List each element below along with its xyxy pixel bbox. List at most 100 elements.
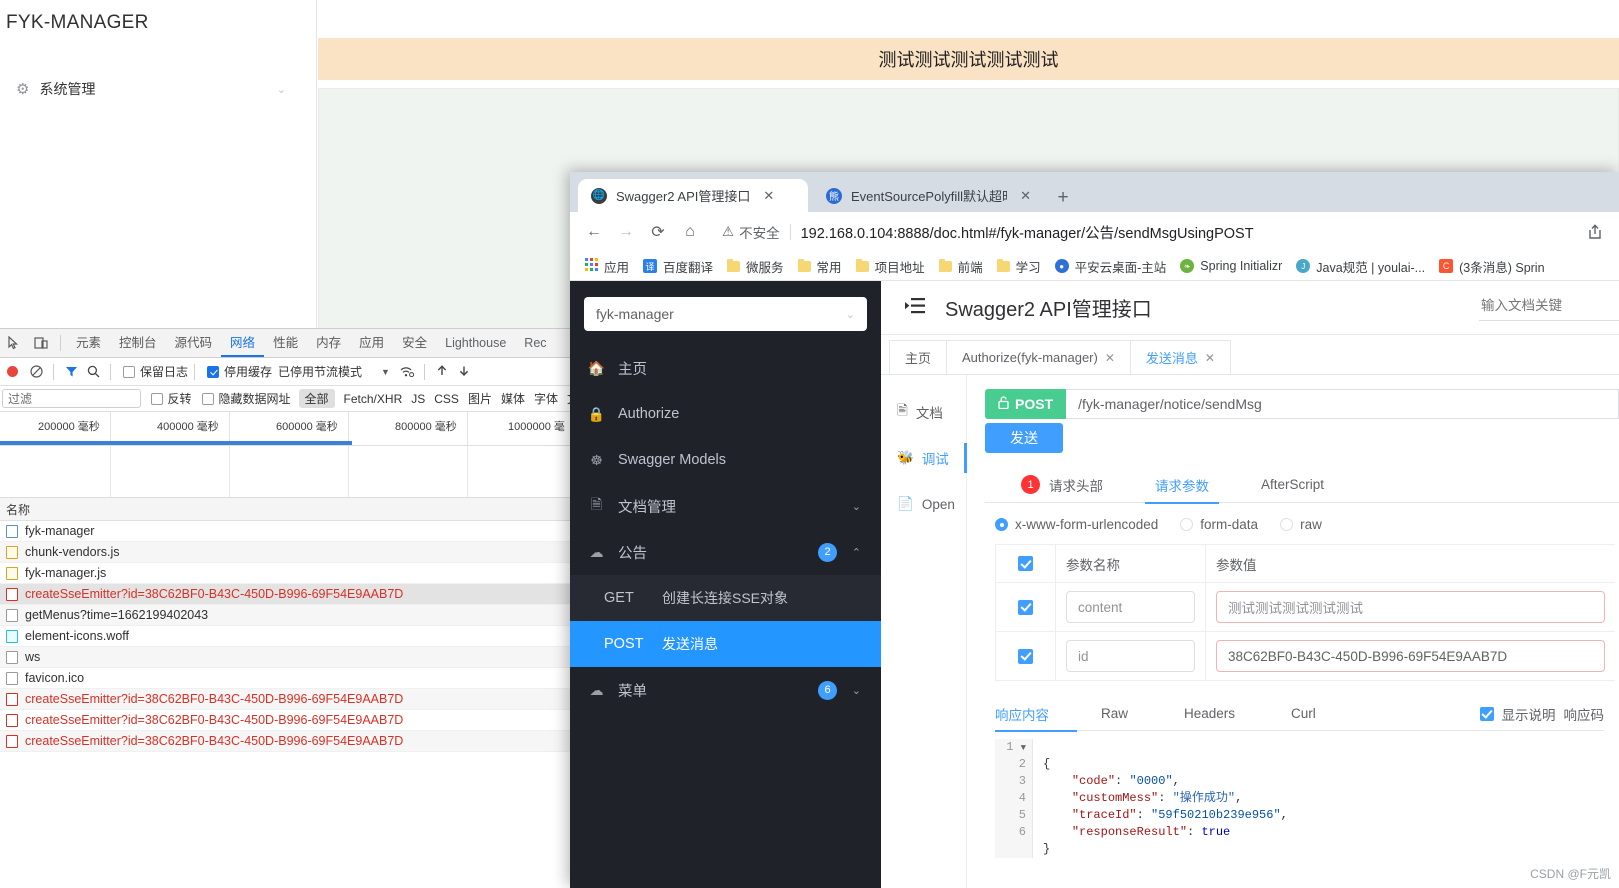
param-name-input[interactable]: id: [1066, 640, 1195, 672]
sidebar-endpoint-create-sse[interactable]: GET 创建长连接SSE对象: [570, 575, 881, 621]
new-tab-button[interactable]: +: [1051, 186, 1075, 210]
bookmark-folder-frontend[interactable]: 前端: [932, 255, 990, 278]
preserve-log-checkbox[interactable]: 保留日志: [123, 363, 188, 380]
forward-button[interactable]: →: [612, 218, 640, 246]
filter-type-all[interactable]: 全部: [298, 389, 335, 408]
sidebar-item-home[interactable]: 🏠 主页: [570, 345, 881, 391]
table-row[interactable]: fyk-manager: [0, 521, 579, 542]
table-row[interactable]: createSseEmitter?id=38C62BF0-B43C-450D-B…: [0, 731, 579, 752]
table-row[interactable]: ws: [0, 647, 579, 668]
sidebar-item-doc-management[interactable]: 🗎 文档管理 ⌄: [570, 483, 881, 529]
devtools-tab-sources[interactable]: 源代码: [166, 329, 222, 357]
tab-response-headers[interactable]: Headers: [1184, 697, 1291, 731]
devtools-tab-memory[interactable]: 内存: [307, 329, 350, 357]
table-row[interactable]: chunk-vendors.js: [0, 542, 579, 563]
send-button[interactable]: 发送: [985, 423, 1063, 453]
sidebar-item-menu[interactable]: ☁ 菜单 6 ⌄: [570, 667, 881, 713]
radio-x-www-form-urlencoded[interactable]: x-www-form-urlencoded: [995, 517, 1158, 532]
tab-authorize[interactable]: Authorize(fyk-manager) ✕: [946, 340, 1131, 374]
filter-type-font[interactable]: 字体: [534, 390, 558, 407]
disable-cache-checkbox[interactable]: 停用缓存: [207, 363, 272, 380]
devtools-tab-security[interactable]: 安全: [393, 329, 436, 357]
hide-data-urls-checkbox[interactable]: 隐藏数据网址: [201, 390, 291, 407]
invert-checkbox[interactable]: 反转: [150, 390, 192, 407]
bookmark-apps[interactable]: 应用: [578, 255, 636, 278]
show-description-checkbox[interactable]: [1479, 706, 1494, 721]
search-input[interactable]: [1479, 297, 1619, 314]
bookmark-java-spec[interactable]: J Java规范 | youlai-...: [1289, 255, 1432, 278]
bookmark-folder-microservice[interactable]: 微服务: [720, 255, 791, 278]
select-all-checkbox[interactable]: [996, 545, 1056, 582]
table-row[interactable]: favicon.ico: [0, 668, 579, 689]
filter-type-js[interactable]: JS: [411, 392, 425, 406]
nav-item-debug[interactable]: 🐝 调试: [881, 435, 967, 481]
close-icon[interactable]: ✕: [1105, 351, 1115, 365]
share-icon[interactable]: [1581, 218, 1609, 246]
sidebar-item-notice[interactable]: ☁ 公告 2 ⌃: [570, 529, 881, 575]
close-icon[interactable]: ✕: [1205, 351, 1215, 365]
filter-type-css[interactable]: CSS: [434, 392, 459, 406]
request-list[interactable]: fyk-manager chunk-vendors.js fyk-manager…: [0, 521, 579, 752]
doc-search-box[interactable]: [1479, 297, 1619, 321]
security-indicator[interactable]: ⚠ 不安全: [722, 222, 780, 242]
nav-item-document[interactable]: 🖹 文档: [881, 389, 966, 435]
filter-input[interactable]: 过滤: [2, 389, 141, 408]
record-stop-icon[interactable]: [7, 366, 18, 377]
radio-form-data[interactable]: form-data: [1180, 517, 1258, 532]
service-select[interactable]: fyk-manager ⌄: [584, 297, 867, 331]
devtools-tab-elements[interactable]: 元素: [67, 329, 110, 357]
radio-raw[interactable]: raw: [1280, 517, 1322, 532]
bookmark-csdn[interactable]: C (3条消息) Sprin: [1432, 255, 1551, 278]
export-har-icon[interactable]: [453, 361, 475, 383]
search-icon[interactable]: [82, 361, 104, 383]
devtools-tab-performance[interactable]: 性能: [264, 329, 307, 357]
sidebar-collapse-icon[interactable]: [905, 297, 925, 318]
nav-item-open[interactable]: 📄 Open: [881, 481, 966, 527]
sidebar-item-swagger-models[interactable]: ☸ Swagger Models: [570, 437, 881, 483]
devtools-tab-lighthouse[interactable]: Lighthouse: [436, 329, 515, 357]
table-row[interactable]: createSseEmitter?id=38C62BF0-B43C-450D-B…: [0, 710, 579, 731]
param-value-input[interactable]: 测试测试测试测试测试: [1216, 591, 1605, 623]
param-name-input[interactable]: content: [1066, 591, 1195, 623]
sidebar-endpoint-send-message[interactable]: POST 发送消息: [570, 621, 881, 667]
bookmark-baidu-translate[interactable]: 译 百度翻译: [636, 255, 720, 278]
address-bar[interactable]: ⚠ 不安全 192.168.0.104:8888/doc.html#/fyk-m…: [708, 217, 1577, 247]
filter-funnel-icon[interactable]: [60, 361, 82, 383]
filter-type-img[interactable]: 图片: [468, 390, 492, 407]
tab-home[interactable]: 主页: [889, 340, 948, 374]
device-toolbar-icon[interactable]: [28, 330, 54, 356]
tab-request-headers[interactable]: 1 请求头部: [995, 467, 1129, 503]
sidebar-item-authorize[interactable]: 🔒 Authorize: [570, 391, 881, 437]
devtools-tab-recorder[interactable]: Rec: [515, 329, 555, 357]
table-row[interactable]: getMenus?time=1662199402043: [0, 605, 579, 626]
sidebar-item-system-management[interactable]: ⚙ 系统管理 ⌄: [8, 75, 308, 103]
bookmark-folder-common[interactable]: 常用: [791, 255, 849, 278]
devtools-tab-console[interactable]: 控制台: [110, 329, 166, 357]
table-row[interactable]: element-icons.woff: [0, 626, 579, 647]
close-icon[interactable]: ✕: [1020, 188, 1031, 204]
table-row[interactable]: createSseEmitter?id=38C62BF0-B43C-450D-B…: [0, 689, 579, 710]
bookmark-spring-initializr[interactable]: ❧ Spring Initializr: [1173, 257, 1289, 275]
home-button[interactable]: ⌂: [676, 218, 704, 246]
bookmark-folder-study[interactable]: 学习: [990, 255, 1048, 278]
row-checkbox[interactable]: [996, 632, 1056, 680]
throttling-select[interactable]: 已停用节流模式 ▼: [278, 363, 390, 380]
devtools-tab-network[interactable]: 网络: [221, 329, 264, 357]
tab-response-raw[interactable]: Raw: [1101, 697, 1184, 731]
close-icon[interactable]: ✕: [763, 188, 774, 204]
tab-response-curl[interactable]: Curl: [1291, 697, 1344, 731]
network-conditions-icon[interactable]: [396, 361, 418, 383]
tab-request-params[interactable]: 请求参数: [1129, 467, 1235, 504]
filter-type-media[interactable]: 媒体: [501, 390, 525, 407]
import-har-icon[interactable]: [431, 361, 453, 383]
bookmark-folder-project-url[interactable]: 项目地址: [849, 255, 932, 278]
tab-response-body[interactable]: 响应内容: [995, 697, 1101, 732]
table-row[interactable]: fyk-manager.js: [0, 563, 579, 584]
param-value-input[interactable]: 38C62BF0-B43C-450D-B996-69F54E9AAB7D: [1216, 640, 1605, 672]
back-button[interactable]: ←: [580, 218, 608, 246]
inspect-element-icon[interactable]: [2, 330, 28, 356]
tab-send-message[interactable]: 发送消息 ✕: [1129, 340, 1231, 374]
bookmark-pingan-cloud[interactable]: ● 平安云桌面-主站: [1048, 255, 1174, 278]
browser-tab-eventsource[interactable]: 熊 EventSourcePolyfill默认超时时 ✕: [813, 179, 1041, 212]
row-checkbox[interactable]: [996, 583, 1056, 631]
